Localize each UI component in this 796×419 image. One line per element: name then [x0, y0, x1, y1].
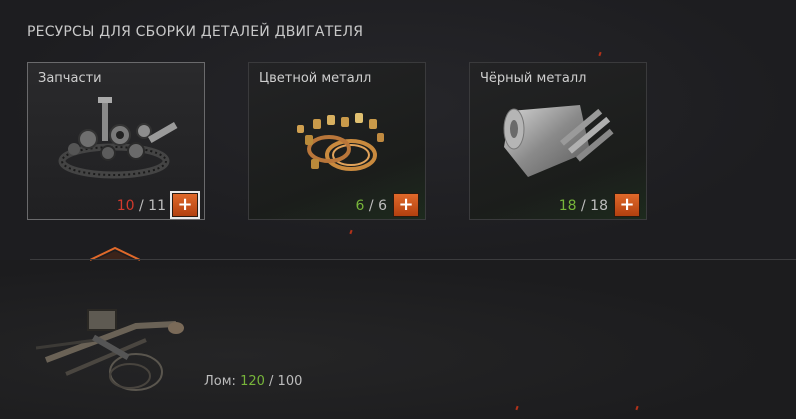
- resource-card-nonferrous-metal[interactable]: Цветной металл 6 / 6 +: [248, 62, 426, 220]
- nonferrous-metal-icon: [297, 113, 384, 171]
- add-nonferrous-metal-button[interactable]: +: [393, 193, 419, 217]
- add-spare-parts-button[interactable]: +: [170, 191, 200, 219]
- card-title: Чёрный металл: [480, 71, 587, 86]
- section-title: РЕСУРСЫ ДЛЯ СБОРКИ ДЕТАЛЕЙ ДВИГАТЕЛЯ: [27, 24, 364, 40]
- resource-card-ferrous-metal[interactable]: Чёрный металл 18 / 18 +: [469, 62, 647, 220]
- resource-count: 10 / 11: [116, 198, 166, 214]
- scrap-count: Лом: 120 / 100: [204, 374, 303, 389]
- card-title: Цветной металл: [259, 71, 372, 86]
- resource-count: 6 / 6: [355, 198, 387, 214]
- resource-count: 18 / 18: [558, 198, 608, 214]
- spare-parts-icon: [58, 97, 178, 179]
- section-divider: [30, 259, 796, 260]
- add-ferrous-metal-button[interactable]: +: [614, 193, 640, 217]
- resource-card-spare-parts[interactable]: Запчасти 10 / 11 +: [27, 62, 205, 220]
- ferrous-metal-icon: [503, 105, 614, 177]
- scrap-icon: [35, 309, 184, 391]
- card-title: Запчасти: [38, 71, 102, 86]
